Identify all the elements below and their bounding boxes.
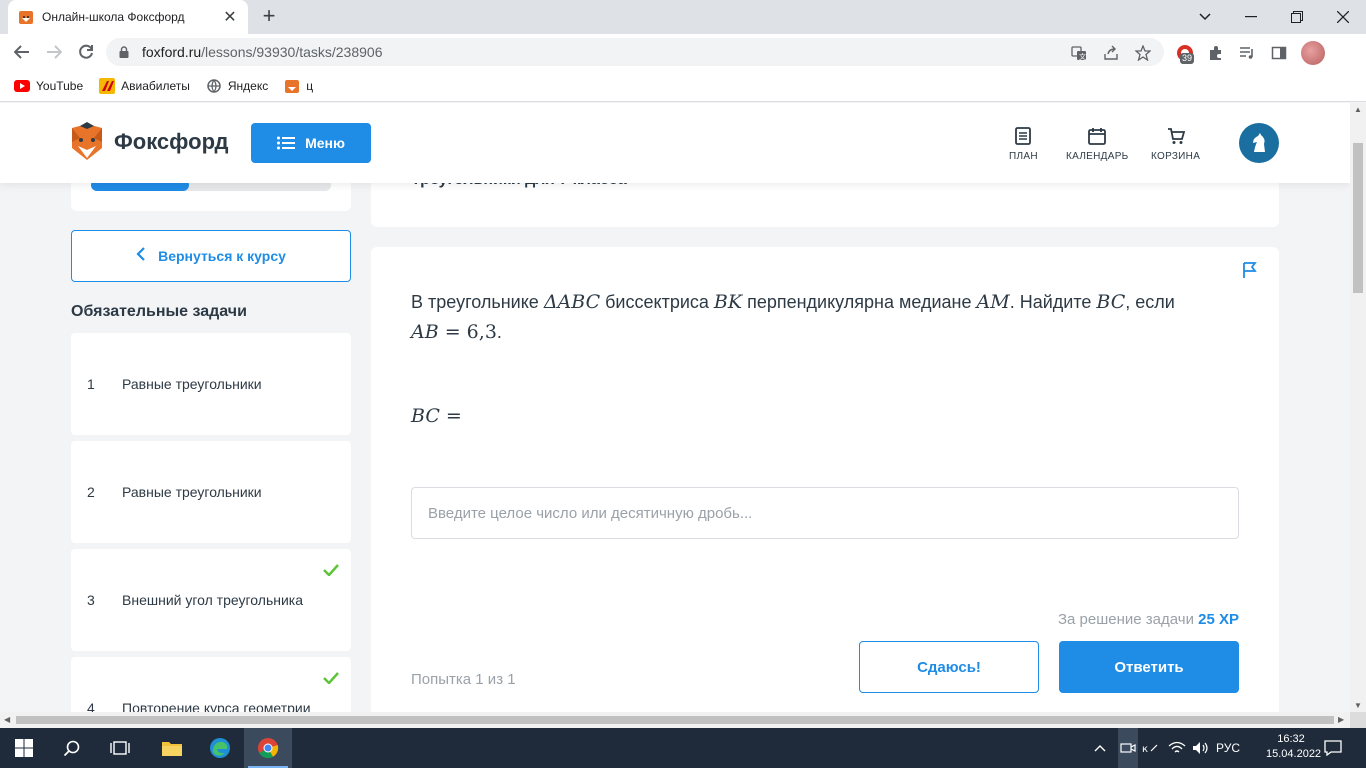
side-panel-icon[interactable] bbox=[1268, 42, 1290, 64]
give-up-button[interactable]: Сдаюсь! bbox=[859, 641, 1039, 693]
translate-icon[interactable]: 文 bbox=[1070, 44, 1088, 62]
menu-burger-icon bbox=[277, 136, 296, 150]
extensions-puzzle-icon[interactable] bbox=[1205, 42, 1227, 64]
attempt-counter: Попытка 1 из 1 bbox=[411, 671, 516, 688]
vertical-scroll-thumb[interactable] bbox=[1353, 143, 1363, 293]
logo-text: Фоксфорд bbox=[114, 129, 229, 154]
chess-knight-icon bbox=[1253, 133, 1265, 152]
plan-icon bbox=[1015, 127, 1032, 145]
flag-icon[interactable] bbox=[1241, 261, 1259, 284]
cart-icon bbox=[1167, 128, 1185, 144]
meet-now-icon[interactable] bbox=[1118, 728, 1138, 768]
fox-favicon-icon bbox=[19, 11, 33, 24]
scroll-left-icon[interactable]: ◀ bbox=[4, 715, 10, 724]
nav-plan[interactable]: ПЛАН bbox=[1009, 127, 1038, 162]
horizontal-scrollbar[interactable]: ◀ ▶ bbox=[0, 712, 1350, 728]
svg-text:к: к bbox=[1142, 744, 1148, 755]
scrollbar-corner bbox=[1350, 712, 1366, 728]
minimize-icon[interactable] bbox=[1228, 0, 1274, 34]
problem-statement: В треугольнике ΔABC биссектриса BK перпе… bbox=[411, 291, 1175, 343]
address-bar[interactable]: foxford.ru/lessons/93930/tasks/238906 bbox=[106, 38, 1164, 66]
nav-cart[interactable]: КОРЗИНА bbox=[1151, 127, 1200, 162]
vertical-scrollbar[interactable]: ▲ ▼ bbox=[1350, 103, 1366, 712]
page-viewport: Вернуться к курсу Обязательные задачи 1 … bbox=[0, 103, 1350, 712]
file-explorer-icon[interactable] bbox=[148, 728, 196, 768]
language-indicator[interactable]: РУС bbox=[1216, 728, 1240, 768]
bookmark-flights[interactable]: Авиабилеты bbox=[99, 77, 190, 94]
task-item-1[interactable]: 1 Равные треугольники bbox=[71, 333, 351, 435]
svg-text:文: 文 bbox=[1079, 52, 1086, 61]
nav-calendar[interactable]: КАЛЕНДАРЬ bbox=[1066, 127, 1129, 162]
input-method-icon[interactable]: к bbox=[1142, 728, 1158, 768]
extension-badge: 39 bbox=[1180, 53, 1195, 64]
close-window-icon[interactable] bbox=[1320, 0, 1366, 34]
youtube-icon bbox=[14, 78, 30, 94]
lock-icon bbox=[119, 46, 129, 58]
tray-show-hidden-icon[interactable] bbox=[1094, 728, 1106, 768]
bookmark-foxford[interactable]: ц bbox=[284, 78, 313, 94]
task-card: В треугольнике ΔABC биссектриса BK перпе… bbox=[371, 247, 1279, 712]
forward-icon[interactable] bbox=[42, 40, 66, 64]
network-icon[interactable] bbox=[1168, 728, 1186, 768]
url-text: foxford.ru/lessons/93930/tasks/238906 bbox=[142, 44, 383, 60]
checkmark-icon bbox=[323, 671, 339, 687]
windows-start-icon[interactable] bbox=[0, 728, 48, 768]
restore-icon[interactable] bbox=[1274, 0, 1320, 34]
checkmark-icon bbox=[323, 563, 339, 579]
user-avatar[interactable] bbox=[1239, 123, 1279, 163]
task-item-4[interactable]: 4 Повторение курса геометрии bbox=[71, 657, 351, 712]
fox-icon bbox=[284, 78, 300, 94]
section-title: Обязательные задачи bbox=[71, 303, 247, 320]
back-icon[interactable] bbox=[10, 40, 34, 64]
reward-info: За решение задачи 25 XP bbox=[1057, 611, 1239, 628]
answer-input[interactable] bbox=[411, 487, 1239, 539]
tab-title: Онлайн-школа Фоксфорд bbox=[42, 10, 185, 24]
windows-taskbar: к РУС 16:32 15.04.2022 bbox=[0, 728, 1366, 768]
bookmarks-bar: YouTube Авиабилеты Яндекс ц bbox=[0, 70, 1366, 102]
menu-button[interactable]: Меню bbox=[251, 123, 371, 163]
media-queue-icon[interactable] bbox=[1236, 42, 1258, 64]
flight-icon bbox=[99, 77, 116, 94]
chrome-icon[interactable] bbox=[244, 728, 292, 768]
fox-logo-icon bbox=[72, 122, 102, 160]
task-view-icon[interactable] bbox=[96, 728, 144, 768]
scroll-down-icon[interactable]: ▼ bbox=[1354, 701, 1362, 710]
search-icon[interactable] bbox=[48, 728, 96, 768]
foxford-logo[interactable]: Фоксфорд bbox=[70, 122, 228, 162]
bookmark-youtube[interactable]: YouTube bbox=[14, 78, 83, 94]
bookmark-yandex[interactable]: Яндекс bbox=[206, 78, 268, 94]
new-tab-icon[interactable]: + bbox=[258, 5, 280, 28]
browser-tabbar: Онлайн-школа Фоксфорд ✕ + bbox=[0, 0, 1366, 34]
globe-icon bbox=[206, 78, 222, 94]
task-item-3[interactable]: 3 Внешний угол треугольника bbox=[71, 549, 351, 651]
calendar-icon bbox=[1088, 128, 1107, 145]
task-item-2[interactable]: 2 Равные треугольники bbox=[71, 441, 351, 543]
reload-icon[interactable] bbox=[74, 40, 98, 64]
site-header: Фоксфорд Меню ПЛАН КАЛЕНДАРЬ КОРЗИНА bbox=[0, 103, 1350, 183]
system-clock[interactable]: 16:32 15.04.2022 bbox=[1266, 732, 1321, 762]
chevron-left-icon bbox=[136, 246, 146, 266]
scroll-up-icon[interactable]: ▲ bbox=[1354, 105, 1362, 114]
browser-toolbar: foxford.ru/lessons/93930/tasks/238906 文 bbox=[0, 34, 1366, 70]
browser-tab[interactable]: Онлайн-школа Фоксфорд ✕ bbox=[8, 0, 248, 34]
share-icon[interactable] bbox=[1102, 44, 1120, 62]
volume-icon[interactable] bbox=[1192, 728, 1210, 768]
submit-answer-button[interactable]: Ответить bbox=[1059, 641, 1239, 693]
bookmark-star-icon[interactable] bbox=[1134, 44, 1152, 62]
profile-avatar[interactable] bbox=[1301, 41, 1325, 65]
scroll-right-icon[interactable]: ▶ bbox=[1338, 715, 1344, 724]
notifications-icon[interactable] bbox=[1324, 728, 1342, 768]
tab-close-icon[interactable]: ✕ bbox=[222, 7, 238, 27]
horizontal-scroll-thumb[interactable] bbox=[16, 716, 1334, 724]
edge-icon[interactable] bbox=[196, 728, 244, 768]
back-to-course-button[interactable]: Вернуться к курсу bbox=[71, 230, 351, 282]
tab-search-icon[interactable] bbox=[1182, 0, 1228, 34]
answer-label: BC = bbox=[411, 405, 462, 427]
